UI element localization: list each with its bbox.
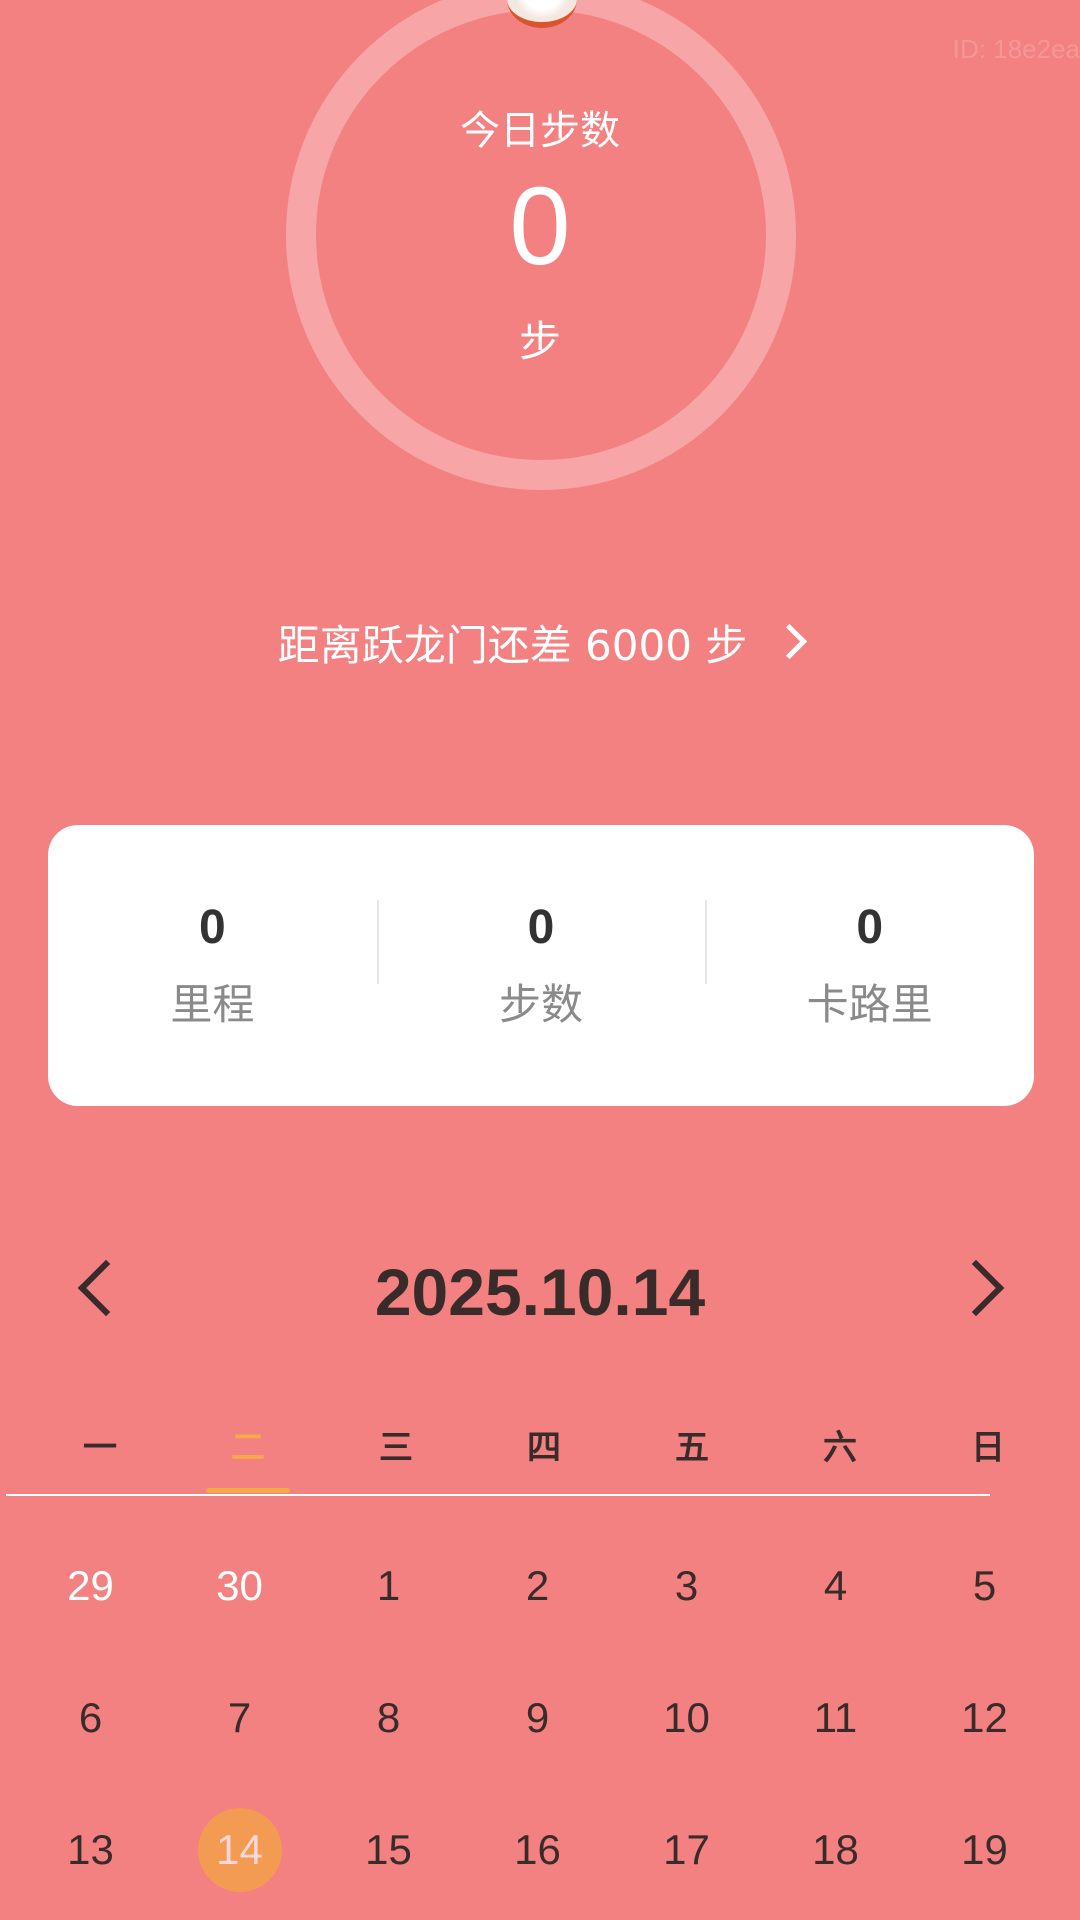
weekday-label: 五 xyxy=(675,1428,709,1468)
calendar-day[interactable]: 30 xyxy=(165,1520,314,1652)
stat-label: 里程 xyxy=(170,979,255,1029)
day-number: 2 xyxy=(525,1562,550,1609)
calendar-day[interactable]: 4 xyxy=(761,1520,910,1652)
day-number: 11 xyxy=(813,1694,858,1741)
stat-value: 0 xyxy=(527,900,555,954)
calendar-day[interactable]: 15 xyxy=(314,1784,463,1916)
calendar-day[interactable]: 11 xyxy=(761,1652,910,1784)
stat-label: 步数 xyxy=(499,979,584,1029)
current-date: 2025.10.14 xyxy=(374,1255,706,1329)
watermark: ID: 18e2ea xyxy=(952,34,1080,64)
calendar-day[interactable]: 2 xyxy=(463,1520,612,1652)
weekday-label: 三 xyxy=(379,1428,413,1468)
stat-value: 0 xyxy=(198,900,226,954)
day-number: 18 xyxy=(812,1826,859,1873)
stat-steps: 0 步数 xyxy=(376,899,706,1032)
chevron-right-icon xyxy=(772,623,808,660)
day-number: 14 xyxy=(197,1808,282,1892)
day-number: 4 xyxy=(823,1562,848,1609)
day-number: 29 xyxy=(67,1562,114,1609)
calendar-day[interactable]: 3 xyxy=(612,1520,761,1652)
calendar-day[interactable]: 16 xyxy=(463,1784,612,1916)
divider xyxy=(6,1494,990,1496)
calendar-grid: 29 30 1 2 3 4 5 6 7 8 9 10 11 12 13 14 15 16 17 18 19 xyxy=(16,1520,1076,1916)
calendar-day[interactable]: 6 xyxy=(16,1652,165,1784)
day-number: 3 xyxy=(674,1562,699,1609)
goal-link[interactable]: 距离跃龙门还差 6000 步 xyxy=(0,612,1080,673)
calendar-day[interactable]: 8 xyxy=(314,1652,463,1784)
day-number: 6 xyxy=(78,1694,103,1741)
stat-calories: 0 卡路里 xyxy=(705,899,1034,1032)
calendar-day[interactable]: 13 xyxy=(16,1784,165,1916)
day-number: 15 xyxy=(365,1826,412,1873)
calendar-day[interactable]: 18 xyxy=(761,1784,910,1916)
ring-title: 今日步数 xyxy=(460,108,620,154)
calendar-day[interactable]: 1 xyxy=(314,1520,463,1652)
today-steps-value: 0 xyxy=(509,165,571,288)
stat-value: 0 xyxy=(856,900,884,954)
day-number: 12 xyxy=(961,1694,1008,1741)
day-number: 8 xyxy=(376,1694,401,1741)
day-number: 1 xyxy=(376,1562,401,1609)
weekday-label: 六 xyxy=(823,1428,857,1468)
weekday-label: 二 xyxy=(174,1420,322,1493)
weekday-label: 一 xyxy=(83,1428,117,1468)
calendar-day[interactable]: 12 xyxy=(910,1652,1059,1784)
calendar-day-selected[interactable]: 14 xyxy=(165,1784,314,1916)
date-header: 2025.10.14 xyxy=(0,1250,1080,1334)
goal-text: 距离跃龙门还差 6000 步 xyxy=(277,621,748,670)
day-number: 19 xyxy=(961,1826,1008,1873)
steps-unit: 步 xyxy=(518,317,561,366)
day-number: 7 xyxy=(227,1694,252,1741)
calendar-day[interactable]: 10 xyxy=(612,1652,761,1784)
calendar-day[interactable]: 9 xyxy=(463,1652,612,1784)
weekday-header: 一二三四五六日 xyxy=(0,1420,1080,1493)
calendar-day[interactable]: 19 xyxy=(910,1784,1059,1916)
calendar-day[interactable]: 17 xyxy=(612,1784,761,1916)
weekday-label: 四 xyxy=(527,1428,561,1468)
calendar-day[interactable]: 29 xyxy=(16,1520,165,1652)
day-number: 17 xyxy=(663,1826,710,1873)
weekday-label: 日 xyxy=(971,1428,1005,1468)
calendar-day[interactable]: 5 xyxy=(910,1520,1059,1652)
day-number: 16 xyxy=(514,1826,561,1873)
stat-distance: 0 里程 xyxy=(48,900,377,1032)
stats-card: 0 里程 0 步数 0 卡路里 xyxy=(48,825,1034,1106)
day-number: 30 xyxy=(216,1562,263,1609)
day-number: 9 xyxy=(525,1694,550,1741)
day-number: 13 xyxy=(67,1826,114,1873)
calendar-day[interactable]: 7 xyxy=(165,1652,314,1784)
day-number: 10 xyxy=(663,1694,710,1741)
stat-label: 卡路里 xyxy=(806,979,933,1029)
day-number: 5 xyxy=(972,1562,997,1609)
